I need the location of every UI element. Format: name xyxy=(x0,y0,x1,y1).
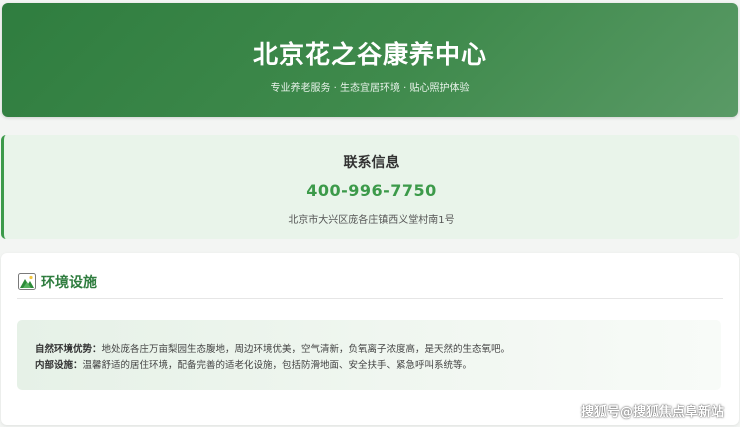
facility-item-nature: 自然环境优势：地处庞各庄万亩梨园生态腹地，周边环境优美，空气清新，负氧离子浓度高… xyxy=(35,341,510,355)
contact-phone[interactable]: 400-996-7750 xyxy=(4,181,739,200)
facility-item-text: 温馨舒适的居住环境，配备完善的适老化设施，包括防滑地面、安全扶手、紧急呼叫系统等… xyxy=(82,360,473,371)
facility-item-label: 自然环境优势： xyxy=(35,344,102,355)
facility-item-label: 内部设施： xyxy=(35,360,83,371)
facilities-header: 环境设施 xyxy=(17,271,723,299)
facilities-title: 环境设施 xyxy=(41,275,97,291)
facilities-content: 自然环境优势：地处庞各庄万亩梨园生态腹地，周边环境优美，空气清新，负氧离子浓度高… xyxy=(17,320,721,390)
contact-card: 联系信息 400-996-7750 北京市大兴区庞各庄镇西义堂村南1号 xyxy=(1,135,739,239)
page-title: 北京花之谷康养中心 xyxy=(252,40,487,69)
header-banner: 北京花之谷康养中心 专业养老服务 · 生态宜居环境 · 贴心照护体验 xyxy=(2,3,738,117)
contact-title: 联系信息 xyxy=(343,155,400,171)
green-landscape-icon xyxy=(18,273,36,290)
facilities-card: 环境设施 自然环境优势：地处庞各庄万亩梨园生态腹地，周边环境优美，空气清新，负氧… xyxy=(1,253,739,425)
facility-item-text: 地处庞各庄万亩梨园生态腹地，周边环境优美，空气清新，负氧离子浓度高，是天然的生态… xyxy=(101,344,511,355)
contact-address: 北京市大兴区庞各庄镇西义堂村南1号 xyxy=(288,215,455,226)
page-subtitle: 专业养老服务 · 生态宜居环境 · 贴心照护体验 xyxy=(270,83,470,94)
facility-item-interior: 内部设施：温馨舒适的居住环境，配备完善的适老化设施，包括防滑地面、安全扶手、紧急… xyxy=(35,357,472,371)
watermark: 搜狐号@搜狐焦点阜新站 xyxy=(580,405,724,420)
page: 北京花之谷康养中心 专业养老服务 · 生态宜居环境 · 贴心照护体验 联系信息 … xyxy=(0,0,740,427)
